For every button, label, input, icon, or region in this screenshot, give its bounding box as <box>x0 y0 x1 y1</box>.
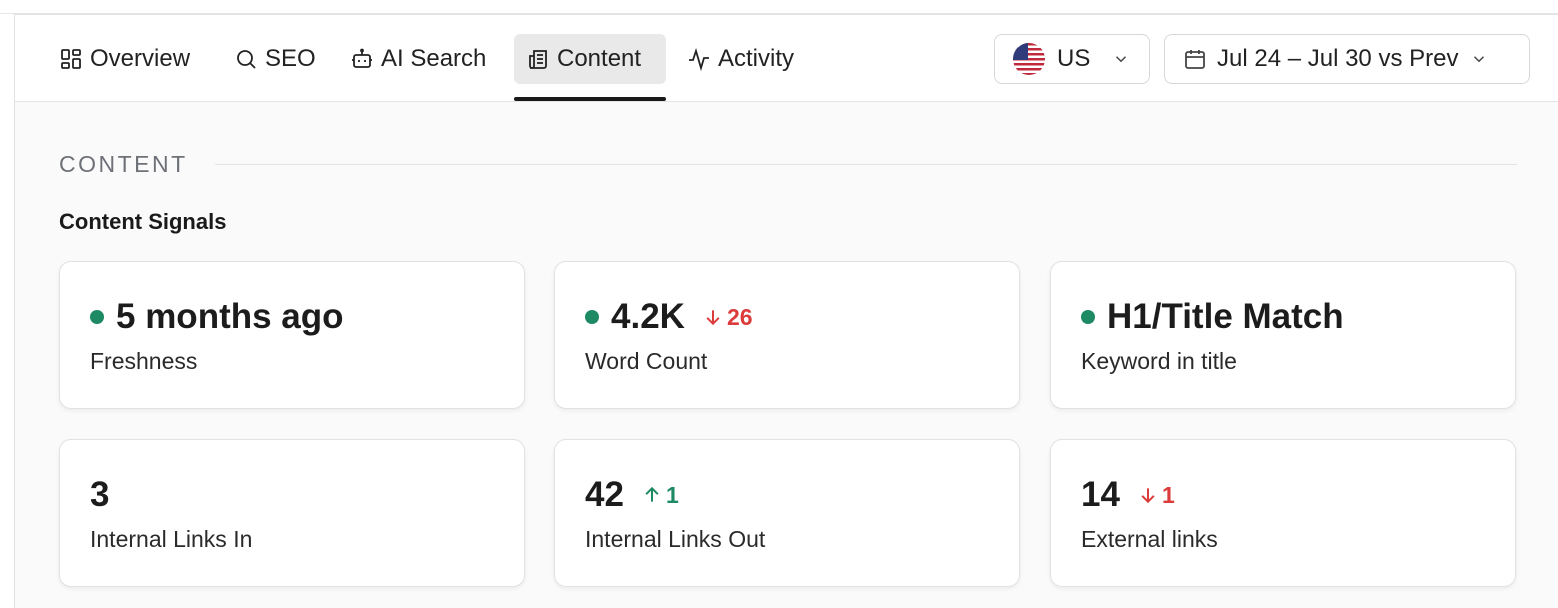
chevron-down-icon <box>1474 56 1485 63</box>
calendar-icon <box>1185 50 1205 69</box>
delta-value: 1 <box>665 481 679 508</box>
status-dot <box>1081 310 1095 324</box>
card-label: Internal Links Out <box>585 526 766 552</box>
card-value: 42 <box>585 475 624 514</box>
card-label: Keyword in title <box>1081 348 1237 374</box>
card-label: External links <box>1081 526 1218 552</box>
tab-overview[interactable]: Overview <box>47 34 202 84</box>
internal-links-in-card: 3 Internal Links In <box>59 439 525 587</box>
tab-seo[interactable]: SEO <box>222 34 328 84</box>
activity-icon <box>689 47 709 71</box>
freshness-card: 5 months ago Freshness <box>59 261 525 409</box>
region-select[interactable]: US <box>994 34 1150 84</box>
robot-icon <box>352 48 372 68</box>
status-dot <box>90 310 104 324</box>
region-label: US <box>1057 45 1091 72</box>
card-value: 14 <box>1081 475 1120 514</box>
internal-links-out-card: 42 1 Internal Links Out <box>554 439 1020 587</box>
status-dot <box>585 310 599 324</box>
delta-badge: 1 <box>642 482 679 509</box>
delta-value: 26 <box>726 303 753 330</box>
us-flag-icon <box>1013 43 1045 75</box>
section-label: CONTENT <box>59 151 188 177</box>
word-count-card: 4.2K 26 Word Count <box>554 261 1020 409</box>
tab-label: SEO <box>265 45 316 72</box>
section-divider <box>215 164 1517 165</box>
section-subheading: Content Signals <box>59 209 227 234</box>
grid-icon <box>61 49 81 69</box>
content-panel: Overview SEO AI Search Content Activity … <box>14 14 1558 608</box>
card-label: Freshness <box>90 348 198 374</box>
tab-bar: Overview SEO AI Search Content Activity … <box>15 15 1558 102</box>
tab-activity[interactable]: Activity <box>675 34 806 84</box>
card-value: H1/Title Match <box>1107 297 1344 336</box>
newspaper-icon <box>529 50 547 69</box>
title-match-card: H1/Title Match Keyword in title <box>1050 261 1516 409</box>
date-range-select[interactable]: Jul 24 – Jul 30 vs Prev <box>1164 34 1530 84</box>
card-value: 4.2K <box>611 297 685 336</box>
delta-badge: 1 <box>1138 482 1175 509</box>
arrow-down-icon <box>1141 488 1155 504</box>
active-tab-indicator <box>514 97 666 101</box>
tab-label: AI Search <box>381 45 487 72</box>
delta-value: 1 <box>1161 481 1175 508</box>
tab-label: Content <box>557 45 642 72</box>
card-value: 3 <box>90 475 110 514</box>
arrow-down-icon <box>706 310 720 326</box>
card-label: Word Count <box>585 348 708 374</box>
arrow-up-icon <box>645 486 659 502</box>
delta-badge: 26 <box>703 304 753 331</box>
card-value: 5 months ago <box>116 297 344 336</box>
external-links-card: 14 1 External links <box>1050 439 1516 587</box>
tab-ai-search[interactable]: AI Search <box>338 34 498 84</box>
chevron-down-icon <box>1116 56 1127 63</box>
date-range-label: Jul 24 – Jul 30 vs Prev <box>1217 45 1459 72</box>
window-top-strip <box>0 0 1558 14</box>
search-icon <box>237 50 256 69</box>
card-label: Internal Links In <box>90 526 253 552</box>
tab-label: Activity <box>718 45 795 72</box>
tab-content[interactable]: Content <box>514 34 666 84</box>
tab-label: Overview <box>90 45 191 72</box>
